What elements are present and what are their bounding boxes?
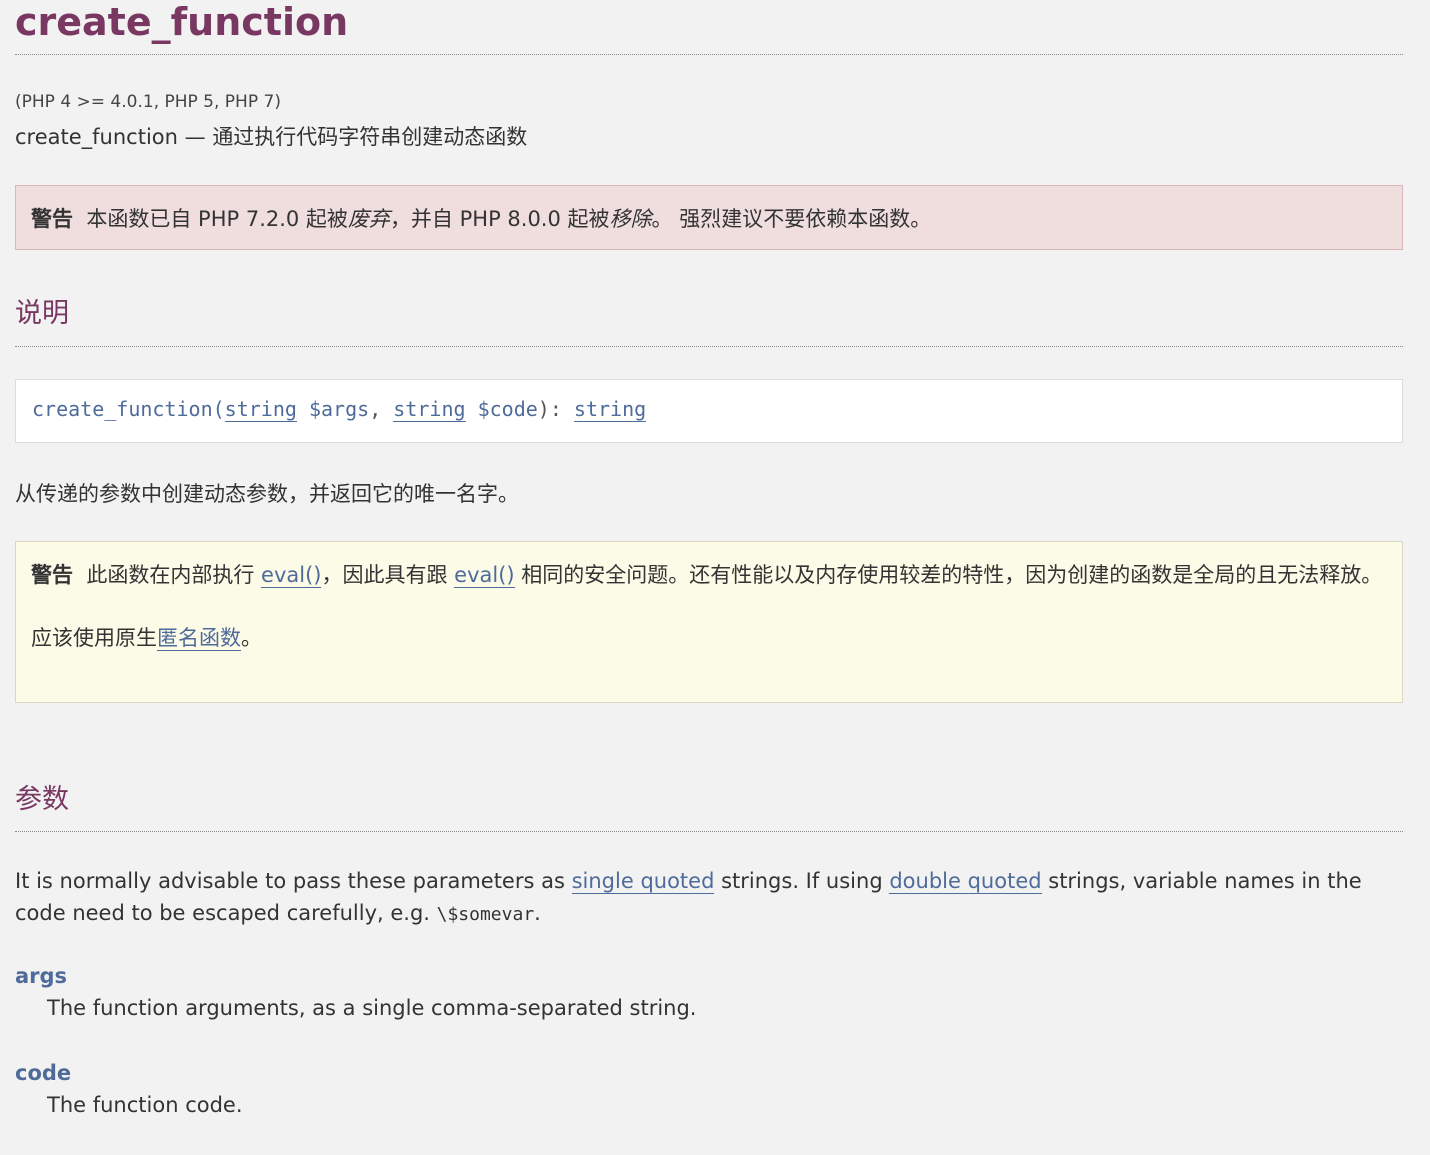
param-term-args: args: [15, 964, 68, 988]
signature-function-name: create_function: [32, 397, 213, 421]
warning-text-2: ，并自 PHP 8.0.0 起被: [389, 207, 610, 231]
security-text-1: 此函数在内部执行: [86, 563, 255, 587]
signature-param-code: $code: [477, 397, 538, 421]
section-heading-parameters: 参数: [15, 784, 69, 815]
signature-param-args: $args: [308, 397, 370, 421]
security-warning-para-1: 警告 此函数在内部执行 eval()，因此具有跟 eval() 相同的安全问题。…: [31, 559, 1387, 592]
anonymous-functions-link[interactable]: 匿名函数: [157, 626, 241, 651]
doc-page: create_function (PHP 4 >= 4.0.1, PHP 5, …: [0, 0, 1430, 1155]
warning-em-deprecated: 废弃: [347, 207, 390, 231]
description-text: 从传递的参数中创建动态参数，并返回它的唯一名字。: [15, 482, 519, 506]
function-signature: create_function(string $args, string $co…: [15, 379, 1403, 443]
refpurpose: create_function — 通过执行代码字符串创建动态函数: [15, 121, 1403, 151]
params-intro-text-4: .: [534, 901, 541, 925]
parameters-divider: [15, 831, 1403, 832]
security-warning: 警告 此函数在内部执行 eval()，因此具有跟 eval() 相同的安全问题。…: [15, 541, 1403, 703]
signature-comma: ,: [369, 397, 394, 421]
page-title: create_function: [15, 0, 349, 44]
signature-close: ):: [537, 397, 574, 421]
warning-label: 警告: [31, 207, 73, 231]
security-text-5: 。: [241, 626, 262, 650]
param-desc-code: The function code.: [47, 1093, 243, 1117]
refpurpose-desc: 通过执行代码字符串创建动态函数: [212, 125, 528, 149]
eval-link-2[interactable]: eval(): [454, 563, 515, 588]
signature-type-link-1[interactable]: string: [224, 397, 297, 422]
description-divider: [15, 346, 1403, 347]
params-intro-code: \$somevar: [436, 904, 535, 925]
eval-link-1[interactable]: eval(): [261, 563, 322, 588]
signature-return-type-link[interactable]: string: [573, 397, 647, 422]
deprecation-warning: 警告 本函数已自 PHP 7.2.0 起被废弃，并自 PHP 8.0.0 起被移…: [15, 185, 1403, 250]
security-text-4: 应该使用原生: [31, 626, 157, 650]
security-warning-label: 警告: [31, 563, 73, 587]
security-text-3: 相同的安全问题。还有性能以及内存使用较差的特性，因为创建的函数是全局的且无法释放…: [521, 563, 1383, 587]
param-term-code: code: [15, 1061, 72, 1085]
warning-text-3: 。 强烈建议不要依赖本函数。: [651, 207, 932, 231]
double-quoted-link[interactable]: double quoted: [889, 869, 1042, 894]
security-warning-para-2: 应该使用原生匿名函数。: [31, 622, 1387, 655]
single-quoted-link[interactable]: single quoted: [571, 869, 715, 894]
version-info: (PHP 4 >= 4.0.1, PHP 5, PHP 7): [15, 92, 281, 112]
param-desc-args: The function arguments, as a single comm…: [47, 996, 697, 1020]
params-intro: It is normally advisable to pass these p…: [15, 865, 1403, 931]
signature-type-link-2[interactable]: string: [393, 397, 466, 422]
warning-em-removed: 移除: [609, 207, 652, 231]
refpurpose-dash: —: [177, 125, 213, 149]
section-heading-description: 说明: [15, 298, 69, 329]
params-intro-text-1: It is normally advisable to pass these p…: [15, 869, 572, 893]
warning-text-1: 本函数已自 PHP 7.2.0 起被: [86, 207, 348, 231]
params-intro-text-2: strings. If using: [714, 869, 890, 893]
title-divider: [15, 54, 1403, 55]
signature-open-paren: (: [212, 397, 225, 421]
refpurpose-name: create_function: [15, 125, 178, 149]
security-text-2: ，因此具有跟: [321, 563, 448, 587]
